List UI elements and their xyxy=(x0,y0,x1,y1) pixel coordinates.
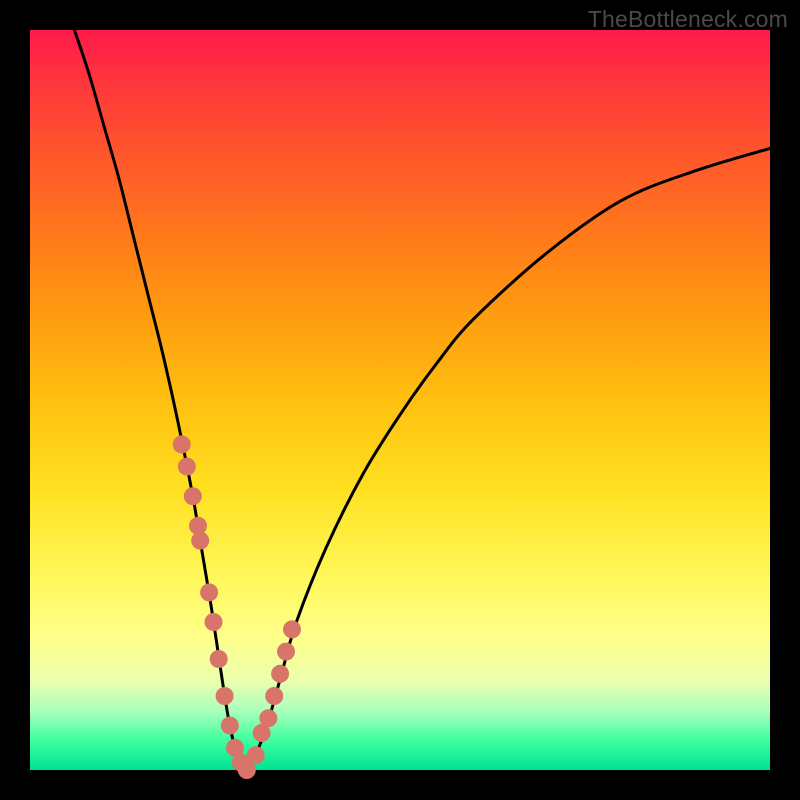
highlight-dot xyxy=(247,746,265,764)
highlight-dot xyxy=(200,583,218,601)
highlight-dot xyxy=(178,458,196,476)
highlight-dot xyxy=(277,643,295,661)
highlight-dot xyxy=(205,613,223,631)
highlight-dot xyxy=(173,435,191,453)
watermark-text: TheBottleneck.com xyxy=(588,6,788,33)
highlight-dot xyxy=(210,650,228,668)
chart-frame: TheBottleneck.com xyxy=(0,0,800,800)
bottleneck-curve xyxy=(74,30,770,770)
highlight-dot xyxy=(259,709,277,727)
highlight-dot xyxy=(265,687,283,705)
highlight-dot xyxy=(184,487,202,505)
highlight-dot xyxy=(271,665,289,683)
plot-area xyxy=(30,30,770,770)
highlight-dot xyxy=(216,687,234,705)
curve-svg xyxy=(30,30,770,770)
highlight-dot xyxy=(283,620,301,638)
highlight-dot xyxy=(191,532,209,550)
highlight-dot xyxy=(221,717,239,735)
